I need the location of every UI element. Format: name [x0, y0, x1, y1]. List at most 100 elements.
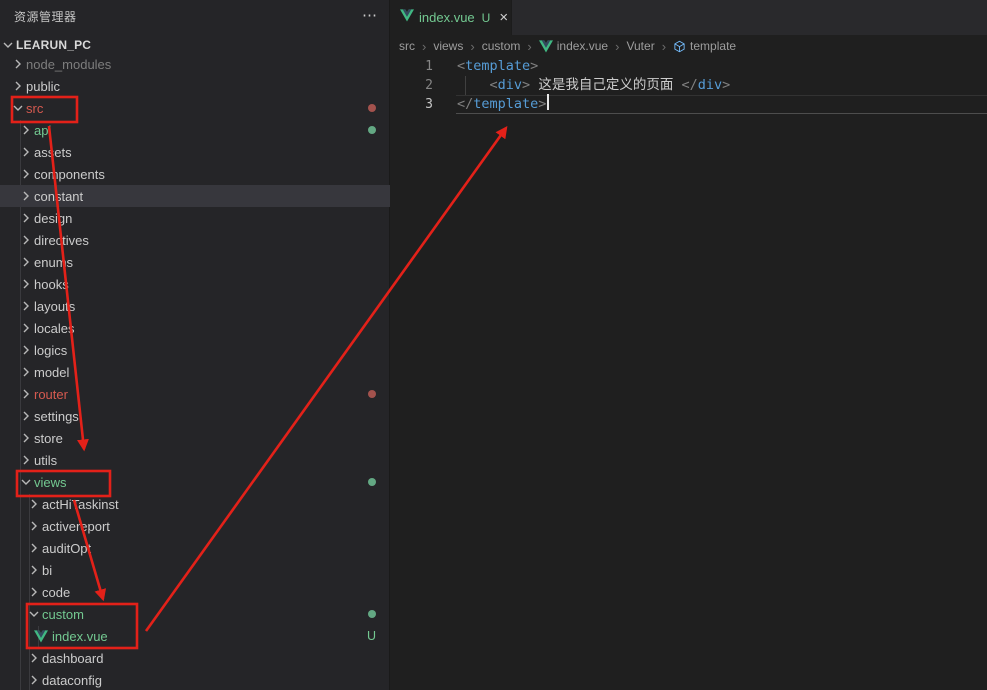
- breadcrumb-label: custom: [482, 39, 521, 53]
- breadcrumb-item-vuter[interactable]: Vuter: [626, 39, 654, 53]
- tab-index-vue[interactable]: index.vue U ×: [391, 0, 512, 35]
- chevron-right-icon: [18, 232, 34, 248]
- tree-item-design[interactable]: design: [0, 207, 390, 229]
- tree-item-label: router: [34, 387, 68, 402]
- tree-item-code[interactable]: code: [0, 581, 390, 603]
- tree-item-label: index.vue: [52, 629, 108, 644]
- vue-icon: [400, 9, 414, 27]
- tree-item-label: logics: [34, 343, 67, 358]
- more-actions-icon[interactable]: ⋯: [362, 11, 377, 21]
- chevron-right-icon: [18, 254, 34, 270]
- tree-item-directives[interactable]: directives: [0, 229, 390, 251]
- tree-item-constant[interactable]: constant: [0, 185, 390, 207]
- chevron-right-icon: [26, 672, 42, 688]
- file-tree: node_modulespublicsrc api assets components…: [0, 53, 390, 690]
- chevron-right-icon: [26, 584, 42, 600]
- breadcrumb-item-views[interactable]: views: [433, 39, 463, 53]
- code-line-3[interactable]: 3</template>: [391, 95, 987, 114]
- breadcrumb-separator-icon: ›: [422, 39, 426, 54]
- chevron-down-icon: [10, 100, 26, 116]
- symbol-cube-icon: [673, 40, 686, 53]
- git-added-dot-badge: [368, 610, 376, 618]
- tree-item-activereport[interactable]: activereport: [0, 515, 390, 537]
- tree-item-label: custom: [42, 607, 84, 622]
- code-line-2[interactable]: 2 <div> 这是我自己定义的页面 </div>: [391, 76, 987, 95]
- breadcrumb-item-template[interactable]: template: [673, 39, 736, 53]
- tree-item-node-modules[interactable]: node_modules: [0, 53, 390, 75]
- tree-item-bi[interactable]: bi: [0, 559, 390, 581]
- breadcrumb-separator-icon: ›: [527, 39, 531, 54]
- tree-item-locales[interactable]: locales: [0, 317, 390, 339]
- chevron-right-icon: [18, 144, 34, 160]
- tree-item-label: bi: [42, 563, 52, 578]
- tree-item-layouts[interactable]: layouts: [0, 295, 390, 317]
- chevron-right-icon: [18, 276, 34, 292]
- tree-item-label: components: [34, 167, 105, 182]
- project-name: LEARUN_PC: [16, 38, 91, 52]
- tree-item-src[interactable]: src: [0, 97, 390, 119]
- chevron-right-icon: [18, 364, 34, 380]
- breadcrumb-separator-icon: ›: [662, 39, 666, 54]
- code-editor[interactable]: 1<template>2 <div> 这是我自己定义的页面 </div>3</t…: [391, 57, 987, 114]
- tab-label: index.vue: [419, 10, 475, 25]
- breadcrumb-item-src[interactable]: src: [399, 39, 415, 53]
- tree-item-store[interactable]: store: [0, 427, 390, 449]
- breadcrumb-separator-icon: ›: [470, 39, 474, 54]
- tree-item-label: settings: [34, 409, 79, 424]
- tree-item-dashboard[interactable]: dashboard: [0, 647, 390, 669]
- tree-item-label: model: [34, 365, 69, 380]
- tree-item-label: enums: [34, 255, 73, 270]
- explorer-sidebar: 资源管理器 ⋯ LEARUN_PC node_modulespublicsrca…: [0, 0, 390, 690]
- editor-group: index.vue U × src › views › custom › index.vue…: [391, 0, 987, 690]
- breadcrumb-item-index-vue[interactable]: index.vue: [539, 39, 608, 53]
- tree-item-label: store: [34, 431, 63, 446]
- error-dot-badge: [368, 104, 376, 112]
- tree-item-enums[interactable]: enums: [0, 251, 390, 273]
- chevron-right-icon: [18, 386, 34, 402]
- vue-icon: [34, 628, 52, 644]
- tree-item-label: auditOpt: [42, 541, 91, 556]
- code-line-1[interactable]: 1<template>: [391, 57, 987, 76]
- tree-item-router[interactable]: router: [0, 383, 390, 405]
- tree-item-auditopt[interactable]: auditOpt: [0, 537, 390, 559]
- tree-item-assets[interactable]: assets: [0, 141, 390, 163]
- breadcrumb-label: template: [690, 39, 736, 53]
- tree-item-label: directives: [34, 233, 89, 248]
- tree-item-label: activereport: [42, 519, 110, 534]
- tree-item-api[interactable]: api: [0, 119, 390, 141]
- chevron-right-icon: [18, 188, 34, 204]
- tree-item-views[interactable]: views: [0, 471, 390, 493]
- tree-item-dataconfig[interactable]: dataconfig: [0, 669, 390, 690]
- vscode-window: 资源管理器 ⋯ LEARUN_PC node_modulespublicsrca…: [0, 0, 987, 690]
- tree-item-custom[interactable]: custom: [0, 603, 390, 625]
- tree-item-label: layouts: [34, 299, 75, 314]
- tree-item-utils[interactable]: utils: [0, 449, 390, 471]
- tree-item-index-vue[interactable]: index.vue U: [0, 625, 390, 647]
- chevron-right-icon: [26, 650, 42, 666]
- git-added-dot-badge: [368, 126, 376, 134]
- chevron-right-icon: [26, 540, 42, 556]
- breadcrumb-item-custom[interactable]: custom: [482, 39, 521, 53]
- tree-item-label: actHiTaskinst: [42, 497, 119, 512]
- chevron-right-icon: [18, 430, 34, 446]
- tree-item-model[interactable]: model: [0, 361, 390, 383]
- tree-item-public[interactable]: public: [0, 75, 390, 97]
- close-icon[interactable]: ×: [499, 12, 508, 24]
- tree-item-settings[interactable]: settings: [0, 405, 390, 427]
- tree-item-label: api: [34, 123, 51, 138]
- chevron-right-icon: [26, 496, 42, 512]
- tree-item-label: code: [42, 585, 70, 600]
- tree-item-label: locales: [34, 321, 74, 336]
- git-untracked-badge: U: [367, 629, 376, 643]
- tree-item-label: constant: [34, 189, 83, 204]
- tree-item-acthitaskinst[interactable]: actHiTaskinst: [0, 493, 390, 515]
- tree-item-hooks[interactable]: hooks: [0, 273, 390, 295]
- chevron-right-icon: [18, 342, 34, 358]
- tree-item-label: node_modules: [26, 57, 111, 72]
- tree-item-components[interactable]: components: [0, 163, 390, 185]
- tree-item-logics[interactable]: logics: [0, 339, 390, 361]
- tree-item-label: design: [34, 211, 72, 226]
- git-added-dot-badge: [368, 478, 376, 486]
- line-number: 3: [391, 95, 457, 114]
- error-dot-badge: [368, 390, 376, 398]
